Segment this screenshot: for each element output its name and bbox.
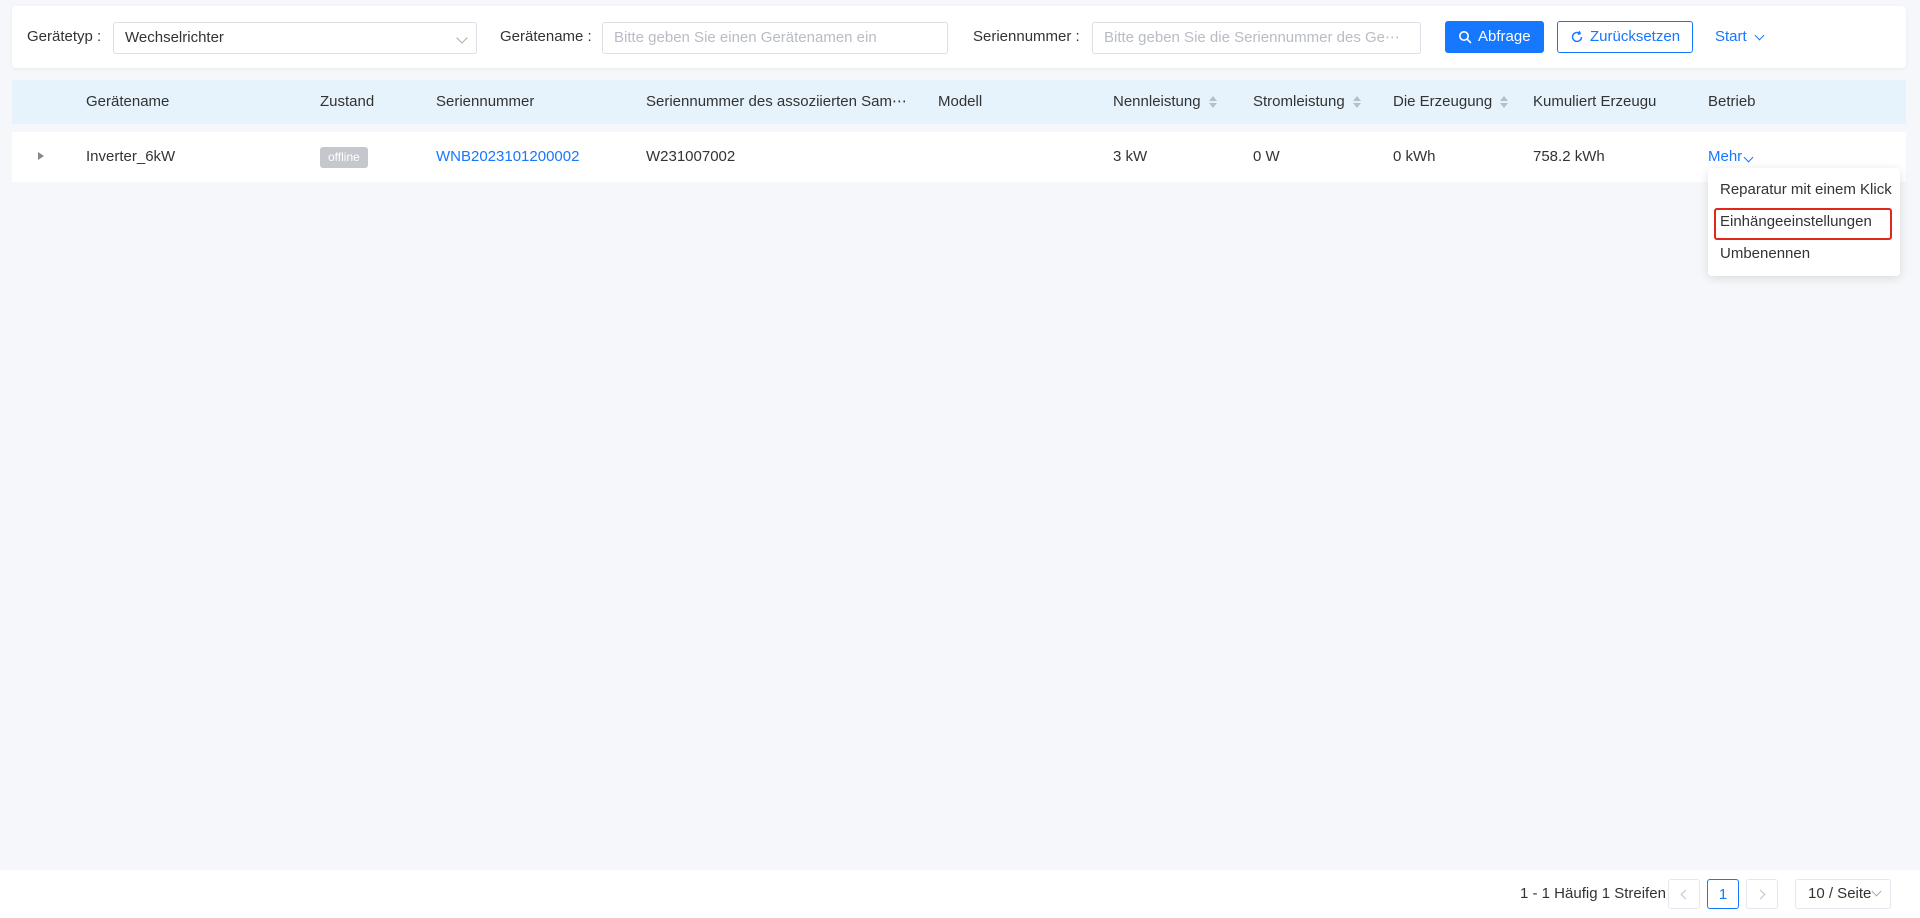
table-header: Gerätename Zustand Seriennummer Seriennu… (12, 80, 1906, 124)
sort-icon[interactable] (1352, 96, 1361, 109)
cell-state: offline (320, 132, 368, 182)
chevron-down-icon (1743, 152, 1754, 163)
reset-button[interactable]: Zurücksetzen (1557, 21, 1694, 53)
more-label: Mehr (1708, 148, 1743, 165)
col-device-name: Gerätename (86, 93, 170, 110)
status-badge: offline (320, 146, 368, 168)
device-name-input[interactable]: Bitte geben Sie einen Gerätenamen ein (602, 22, 948, 54)
cell-generation: 0 kWh (1393, 148, 1436, 165)
cell-cumulative: 758.2 kWh (1533, 148, 1605, 165)
menu-item-one-click-repair[interactable]: Reparatur mit einem Klick (1708, 174, 1900, 206)
col-rated-power-label: Nennleistung (1113, 93, 1201, 110)
menu-item-rename[interactable]: Umbenennen (1708, 238, 1900, 270)
col-serial: Seriennummer (436, 93, 535, 110)
device-type-label: Gerätetyp : (27, 28, 102, 45)
sort-icon[interactable] (1500, 96, 1509, 109)
more-dropdown-menu: Reparatur mit einem Klick Einhängeeinste… (1708, 168, 1900, 276)
col-assoc-serial: Seriennummer des assoziierten Sam⋯ (646, 93, 907, 110)
chevron-right-icon (1755, 889, 1766, 899)
col-current-power[interactable]: Stromleistung (1253, 80, 1361, 124)
chevron-left-icon (1680, 889, 1691, 899)
next-page-button[interactable] (1746, 879, 1778, 909)
start-link-label: Start (1715, 28, 1747, 45)
start-link[interactable]: Start (1715, 21, 1765, 53)
table-row: Inverter_6kW offline WNB2023101200002 W2… (12, 124, 1906, 182)
cell-rated-power: 3 kW (1113, 148, 1148, 165)
page-size-value: 10 / Seite (1808, 885, 1872, 902)
cell-assoc-serial: W231007002 (646, 148, 736, 165)
chevron-down-icon (1871, 886, 1882, 897)
query-button[interactable]: Abfrage (1445, 21, 1544, 53)
cell-current-power: 0 W (1253, 148, 1280, 165)
serial-label: Seriennummer : (973, 28, 1080, 45)
filter-bar: Gerätetyp : Wechselrichter Gerätename : … (12, 6, 1906, 68)
prev-page-button[interactable] (1668, 879, 1700, 909)
col-generation-label: Die Erzeugung (1393, 93, 1493, 110)
device-type-value: Wechselrichter (125, 29, 224, 46)
device-type-select[interactable]: Wechselrichter (113, 22, 477, 54)
sort-icon[interactable] (1208, 96, 1217, 109)
query-button-label: Abfrage (1478, 28, 1531, 45)
col-generation[interactable]: Die Erzeugung (1393, 80, 1509, 124)
col-current-power-label: Stromleistung (1253, 93, 1345, 110)
expand-row-icon[interactable] (38, 152, 44, 160)
serial-input[interactable]: Bitte geben Sie die Seriennummer des Ge⋯ (1092, 22, 1421, 54)
col-cumulative: Kumuliert Erzeugu (1533, 93, 1657, 110)
reset-button-label: Zurücksetzen (1590, 28, 1681, 45)
chevron-down-icon (1754, 30, 1765, 40)
page-size-select[interactable]: 10 / Seite (1795, 879, 1891, 909)
col-operation: Betrieb (1708, 93, 1756, 110)
pagination: 1 - 1 Häufig 1 Streifen 1 10 / Seite (0, 870, 1920, 918)
chevron-down-icon (456, 32, 468, 44)
col-rated-power[interactable]: Nennleistung (1113, 80, 1217, 124)
menu-item-mount-settings[interactable]: Einhängeeinstellungen (1708, 206, 1900, 240)
page-button-1[interactable]: 1 (1707, 879, 1739, 909)
search-icon (1459, 31, 1472, 44)
col-state: Zustand (320, 93, 375, 110)
device-table: Gerätename Zustand Seriennummer Seriennu… (12, 80, 1906, 182)
pagination-summary: 1 - 1 Häufig 1 Streifen (1520, 885, 1666, 902)
col-model: Modell (938, 93, 983, 110)
serial-link[interactable]: WNB2023101200002 (436, 132, 579, 182)
refresh-icon (1571, 30, 1583, 43)
device-name-label: Gerätename : (500, 28, 592, 45)
cell-device-name: Inverter_6kW (86, 148, 176, 165)
